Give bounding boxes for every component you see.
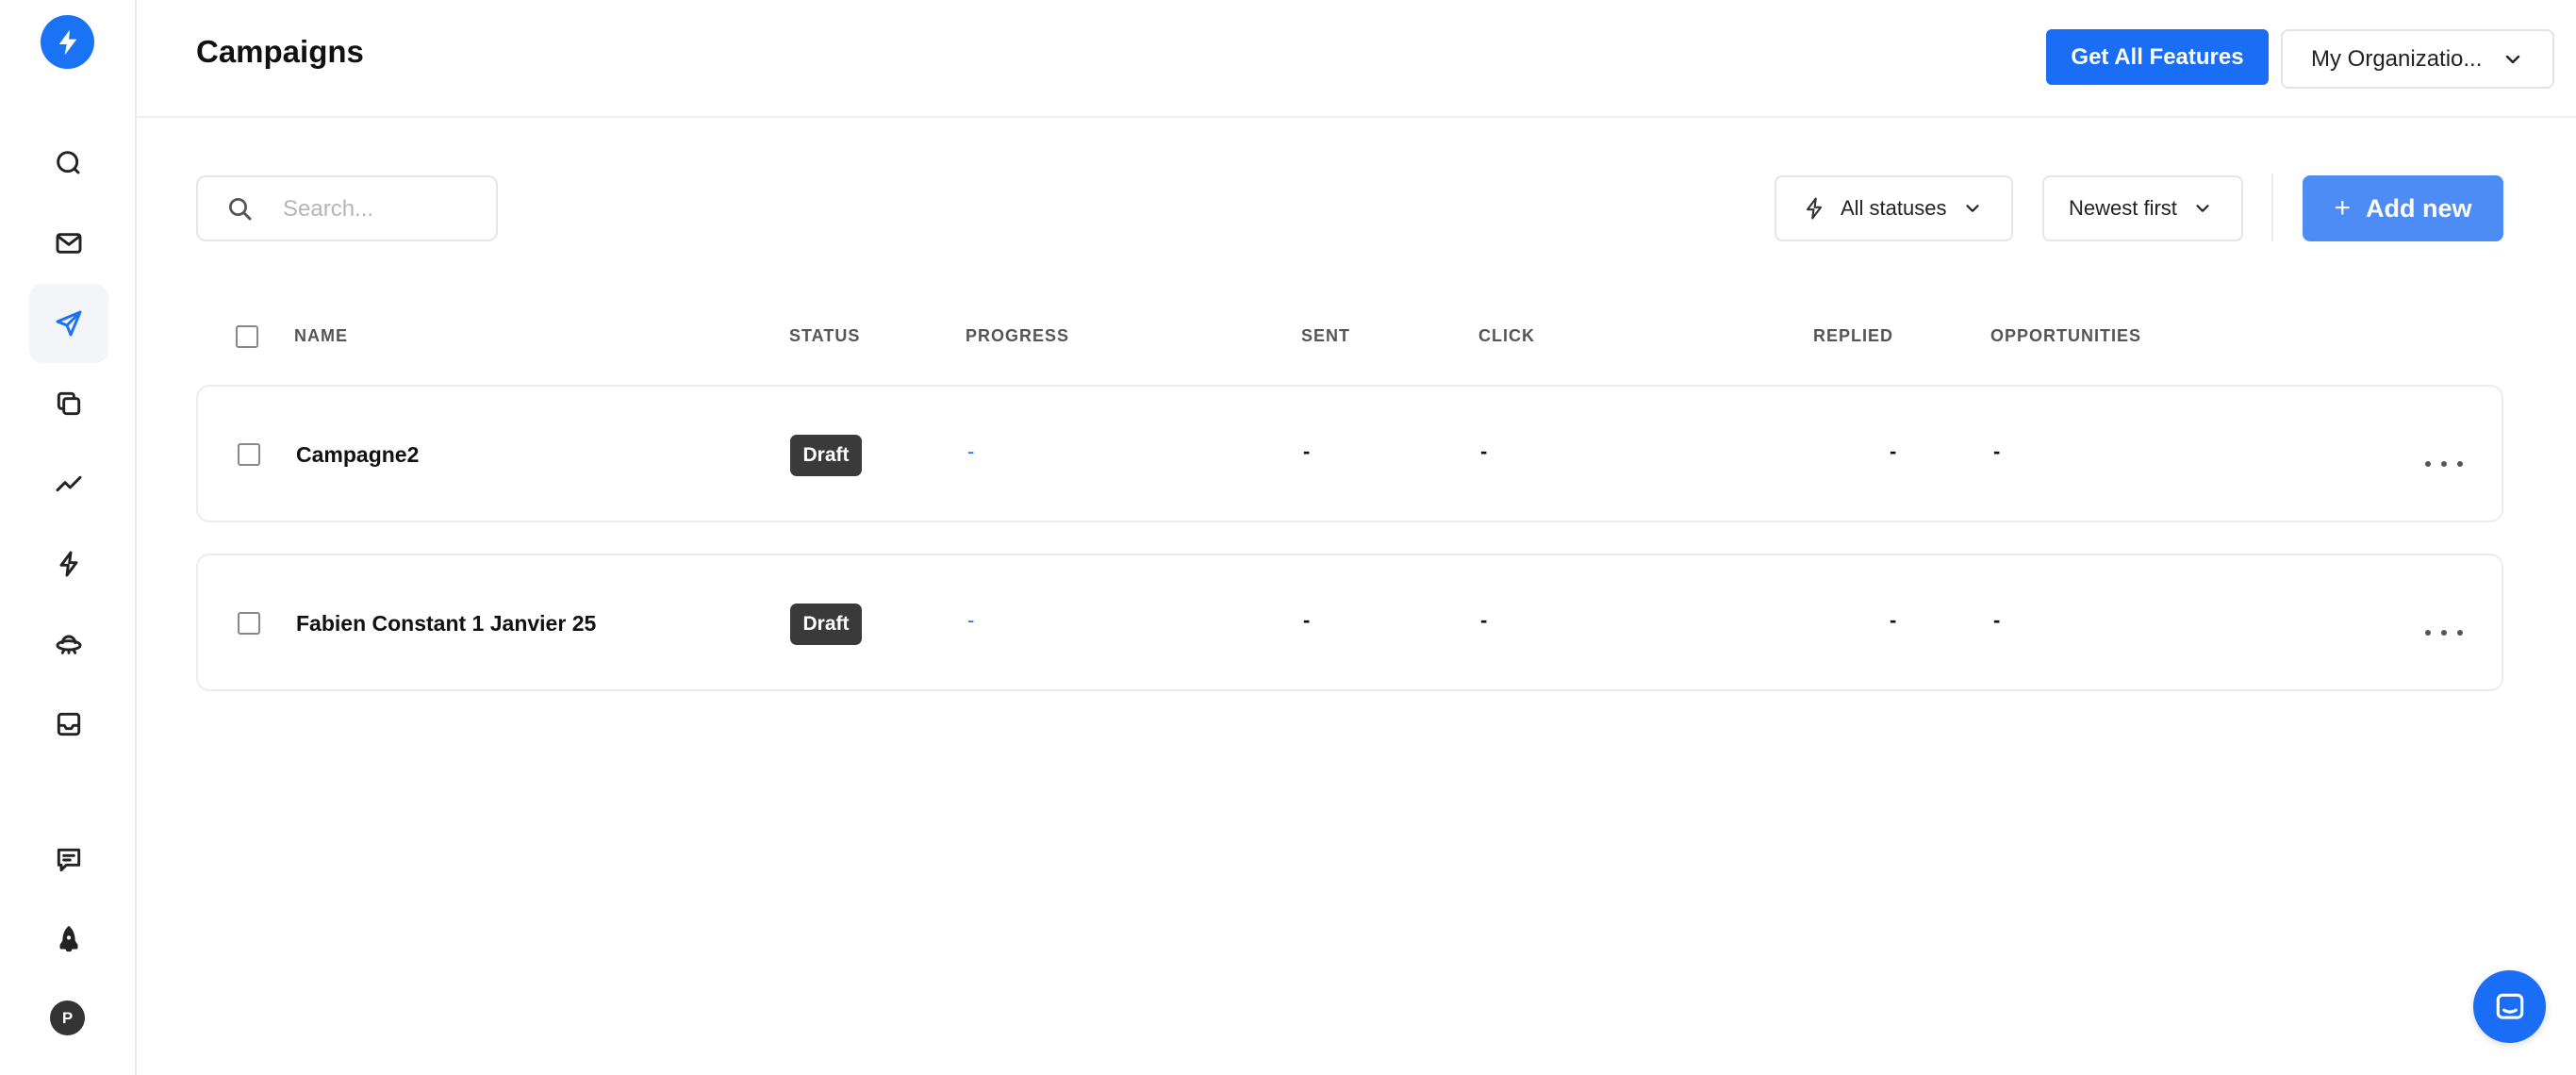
progress-value: - <box>967 608 975 632</box>
more-options-icon[interactable] <box>2425 455 2463 473</box>
trend-icon <box>56 475 82 492</box>
chevron-down-icon <box>1965 205 1979 212</box>
copy-icon <box>57 391 81 416</box>
column-header-progress[interactable]: PROGRESS <box>966 326 1069 346</box>
column-header-opportunities[interactable]: OPPORTUNITIES <box>1990 326 2141 346</box>
chat-icon <box>57 848 81 872</box>
row-checkbox[interactable] <box>238 612 260 635</box>
search-icon <box>57 151 80 174</box>
sidebar-item-campaigns[interactable] <box>29 284 108 363</box>
avatar[interactable]: P <box>50 1001 85 1035</box>
status-badge: Draft <box>790 604 862 645</box>
table-row[interactable]: Fabien Constant 1 Janvier 25 Draft - - -… <box>196 554 2503 691</box>
click-value: - <box>1480 439 1488 463</box>
chat-bubble-icon <box>2496 993 2523 1019</box>
column-header-click[interactable]: CLICK <box>1478 326 1535 346</box>
click-value: - <box>1480 608 1488 632</box>
sidebar-item-onboarding[interactable] <box>29 901 108 980</box>
sidebar-item-search[interactable] <box>29 124 108 203</box>
replied-value: - <box>1890 608 1897 632</box>
status-filter-dropdown[interactable]: All statuses <box>1775 175 2013 241</box>
get-all-features-button[interactable]: Get All Features <box>2046 29 2269 85</box>
sent-value: - <box>1303 608 1311 632</box>
sidebar-item-integrations[interactable] <box>29 604 108 684</box>
column-header-name[interactable]: NAME <box>294 326 348 346</box>
add-new-button[interactable]: + Add new <box>2303 175 2503 241</box>
select-all-checkbox[interactable] <box>236 325 258 348</box>
sent-value: - <box>1303 439 1311 463</box>
sidebar-item-feedback[interactable] <box>29 820 108 900</box>
column-header-status[interactable]: STATUS <box>789 326 860 346</box>
app: P Campaigns Get All Features My Organiza… <box>0 0 2576 1075</box>
sidebar-item-inbox[interactable] <box>29 204 108 283</box>
column-header-replied[interactable]: REPLIED <box>1813 326 1893 346</box>
table-row[interactable]: Campagne2 Draft - - - - - <box>196 385 2503 522</box>
replied-value: - <box>1890 439 1897 463</box>
sidebar-item-templates[interactable] <box>29 364 108 443</box>
row-checkbox[interactable] <box>238 443 260 466</box>
inbox-tray-icon <box>57 712 81 736</box>
sort-label: Newest first <box>2069 196 2177 220</box>
page-header: Campaigns Get All Features My Organizati… <box>137 0 2576 118</box>
sidebar-item-analytics[interactable] <box>29 444 108 523</box>
campaign-name[interactable]: Fabien Constant 1 Janvier 25 <box>296 611 596 637</box>
search-input[interactable] <box>283 192 481 226</box>
campaign-name[interactable]: Campagne2 <box>296 442 419 468</box>
sidebar-item-automations[interactable] <box>29 524 108 604</box>
bolt-icon <box>1806 197 1823 220</box>
logo-icon[interactable] <box>41 15 94 69</box>
add-new-label: Add new <box>2366 193 2472 223</box>
organization-select[interactable]: My Organizatio... <box>2281 29 2554 89</box>
organization-name: My Organizatio... <box>2311 45 2483 72</box>
more-options-icon[interactable] <box>2425 623 2463 642</box>
column-header-sent[interactable]: SENT <box>1301 326 1350 346</box>
page-title: Campaigns <box>196 34 364 69</box>
bolt-icon <box>59 551 78 577</box>
sidebar-item-unibox[interactable] <box>29 685 108 764</box>
ufo-icon <box>56 635 82 654</box>
plus-icon: + <box>2334 192 2352 223</box>
toolbar-divider <box>2271 174 2273 241</box>
opportunities-value: - <box>1993 439 2001 463</box>
chevron-down-icon <box>2505 55 2520 64</box>
status-filter-label: All statuses <box>1841 196 1947 220</box>
chevron-down-icon <box>2196 205 2209 212</box>
search-icon <box>229 198 252 221</box>
search-box[interactable] <box>196 175 498 241</box>
rocket-icon <box>59 926 78 952</box>
send-icon <box>56 310 82 337</box>
mail-icon <box>56 233 82 254</box>
sort-dropdown[interactable]: Newest first <box>2042 175 2243 241</box>
progress-value: - <box>967 439 975 463</box>
status-badge: Draft <box>790 435 862 476</box>
sidebar: P <box>0 0 137 1075</box>
opportunities-value: - <box>1993 608 2001 632</box>
chat-launcher-button[interactable] <box>2473 970 2546 1043</box>
